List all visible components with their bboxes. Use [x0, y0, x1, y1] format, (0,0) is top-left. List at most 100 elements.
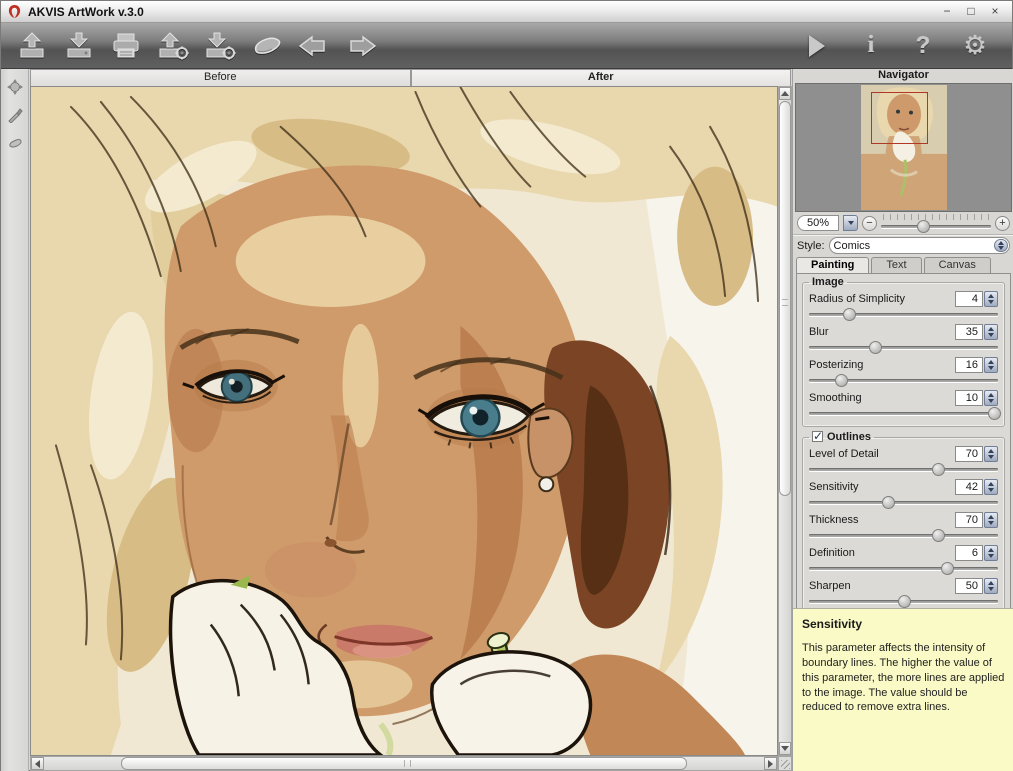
style-spinner[interactable] — [994, 239, 1008, 252]
param-value-input[interactable]: 70 — [955, 446, 983, 462]
param-value-input[interactable]: 50 — [955, 578, 983, 594]
resize-corner[interactable] — [778, 756, 792, 771]
scroll-left-arrow[interactable] — [31, 757, 44, 770]
navigator-box[interactable] — [795, 83, 1012, 212]
param-row-thickness: Thickness 70 — [809, 511, 998, 541]
param-slider-track[interactable] — [809, 531, 998, 541]
param-slider-thumb[interactable] — [941, 562, 954, 575]
tab-canvas[interactable]: Canvas — [924, 257, 991, 273]
vertical-scroll-thumb[interactable] — [779, 101, 791, 496]
param-row-level-of-detail: Level of Detail 70 — [809, 445, 998, 475]
param-slider-track[interactable] — [809, 564, 998, 574]
param-slider-thumb[interactable] — [932, 529, 945, 542]
open-image-icon — [16, 31, 48, 61]
param-value-input[interactable]: 4 — [955, 291, 983, 307]
vertical-scrollbar[interactable] — [778, 86, 792, 756]
param-label: Definition — [809, 547, 955, 559]
param-slider-track[interactable] — [809, 465, 998, 475]
horizontal-scroll-thumb[interactable] — [121, 757, 688, 770]
save-image-button[interactable] — [60, 29, 98, 63]
tab-text[interactable]: Text — [871, 257, 921, 273]
param-value-input[interactable]: 70 — [955, 512, 983, 528]
run-button[interactable] — [798, 29, 836, 63]
scroll-up-arrow[interactable] — [779, 87, 791, 100]
param-spinner[interactable] — [984, 390, 998, 406]
param-slider-thumb[interactable] — [882, 496, 895, 509]
open-image-button[interactable] — [13, 29, 51, 63]
redo-button[interactable] — [342, 29, 380, 63]
zoom-in-button[interactable]: + — [995, 216, 1010, 231]
main-toolbar — [1, 23, 1012, 69]
param-slider-track[interactable] — [809, 310, 998, 320]
pan-tool-button[interactable] — [5, 77, 25, 97]
horizontal-scrollbar[interactable] — [30, 756, 778, 771]
eraser-tool-button[interactable] — [5, 133, 25, 153]
pan-tool-icon — [7, 79, 23, 95]
navigator-view-rectangle[interactable] — [871, 92, 928, 144]
param-value-input[interactable]: 42 — [955, 479, 983, 495]
param-row-posterizing: Posterizing 16 — [809, 356, 998, 386]
tab-painting[interactable]: Painting — [796, 257, 869, 273]
import-presets-button[interactable] — [154, 29, 192, 63]
param-slider-track[interactable] — [809, 376, 998, 386]
tab-after[interactable]: After — [411, 69, 792, 86]
scroll-down-arrow[interactable] — [779, 742, 791, 755]
eraser-button[interactable] — [248, 29, 286, 63]
minimize-button[interactable]: − — [940, 5, 954, 19]
after-image-canvas[interactable] — [30, 86, 778, 756]
param-spinner[interactable] — [984, 291, 998, 307]
param-slider-thumb[interactable] — [898, 595, 911, 608]
param-slider-track[interactable] — [809, 597, 998, 607]
help-button[interactable] — [906, 29, 940, 63]
param-spinner[interactable] — [984, 578, 998, 594]
param-slider-thumb[interactable] — [988, 407, 1001, 420]
param-slider-track[interactable] — [809, 343, 998, 353]
scroll-right-arrow[interactable] — [764, 757, 777, 770]
zoom-out-button[interactable]: − — [862, 216, 877, 231]
hint-panel: Sensitivity This parameter affects the i… — [793, 608, 1013, 771]
parameter-tab-bar: Painting Text Canvas — [793, 257, 1013, 273]
redo-arrow-icon — [345, 33, 377, 59]
close-button[interactable]: × — [988, 5, 1002, 19]
param-slider-thumb[interactable] — [932, 463, 945, 476]
maximize-button[interactable]: □ — [964, 5, 978, 19]
param-spinner[interactable] — [984, 512, 998, 528]
style-row: Style: Comics — [793, 235, 1013, 256]
stroke-direction-tool-button[interactable] — [5, 105, 25, 125]
param-spinner[interactable] — [984, 324, 998, 340]
zoom-value-field[interactable]: 50% — [797, 215, 839, 231]
param-label: Level of Detail — [809, 448, 955, 460]
style-select[interactable]: Comics — [829, 237, 1010, 254]
zoom-slider-thumb[interactable] — [917, 220, 930, 233]
param-row-radius-of-simplicity: Radius of Simplicity 4 — [809, 290, 998, 320]
zoom-dropdown-button[interactable] — [843, 215, 858, 231]
painting-parameters-panel: Image Radius of Simplicity 4 Blur 35 — [796, 273, 1011, 619]
param-value-input[interactable]: 35 — [955, 324, 983, 340]
param-spinner[interactable] — [984, 446, 998, 462]
param-spinner[interactable] — [984, 479, 998, 495]
param-slider-thumb[interactable] — [869, 341, 882, 354]
left-tool-strip — [1, 69, 29, 771]
param-slider-track[interactable] — [809, 498, 998, 508]
param-slider-track[interactable] — [809, 409, 998, 419]
print-button[interactable] — [107, 29, 145, 63]
settings-panel: Navigator 50% − — [792, 69, 1013, 771]
param-spinner[interactable] — [984, 545, 998, 561]
save-image-icon — [63, 31, 95, 61]
param-value-input[interactable]: 16 — [955, 357, 983, 373]
export-presets-button[interactable] — [201, 29, 239, 63]
hint-title: Sensitivity — [802, 617, 1005, 631]
param-value-input[interactable]: 6 — [955, 545, 983, 561]
print-icon — [110, 31, 142, 61]
outlines-checkbox[interactable] — [812, 431, 823, 442]
param-slider-thumb[interactable] — [843, 308, 856, 321]
preferences-button[interactable] — [958, 29, 992, 63]
tab-before[interactable]: Before — [30, 69, 411, 86]
param-spinner[interactable] — [984, 357, 998, 373]
about-button[interactable] — [854, 29, 888, 63]
style-selected-value: Comics — [834, 240, 871, 252]
undo-button[interactable] — [295, 29, 333, 63]
param-value-input[interactable]: 10 — [955, 390, 983, 406]
zoom-slider[interactable] — [881, 214, 991, 232]
param-slider-thumb[interactable] — [835, 374, 848, 387]
